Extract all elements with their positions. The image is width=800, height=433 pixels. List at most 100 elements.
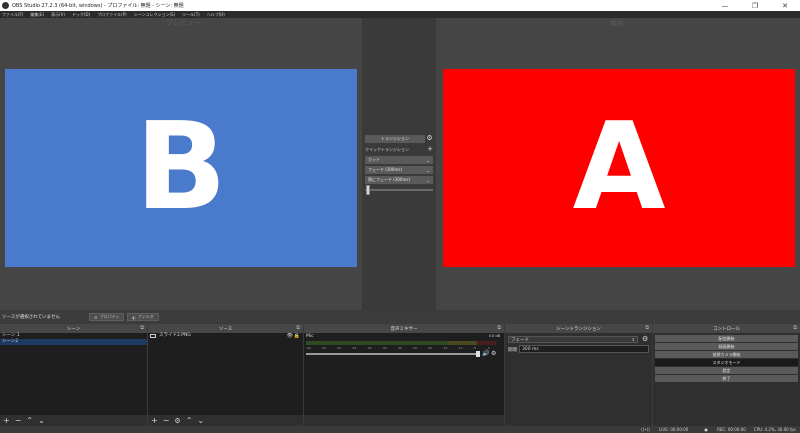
- gear-icon: ⚙: [94, 314, 98, 320]
- properties-button[interactable]: ⚙ プロパティ: [89, 313, 125, 321]
- volume-slider-handle[interactable]: [476, 351, 480, 357]
- chevron-down-icon: ⌄: [426, 157, 430, 163]
- remove-source-icon[interactable]: −: [163, 416, 170, 425]
- audio-mixer-title: 音声ミキサー: [390, 326, 418, 332]
- menu-tools[interactable]: ツール(T): [182, 12, 200, 18]
- broadcast-icon: ((•)): [641, 427, 650, 432]
- meter-scale-tick: -10: [457, 346, 463, 350]
- image-icon: [150, 334, 156, 338]
- start-virtual-camera-button[interactable]: 仮想カメラ開始: [655, 351, 798, 358]
- move-down-icon[interactable]: ⌄: [197, 416, 204, 425]
- cpu-status: CPU: 4.2%, 30.00 fps: [753, 427, 796, 432]
- move-up-icon[interactable]: ⌃: [186, 416, 193, 425]
- move-down-icon[interactable]: ⌄: [38, 416, 45, 425]
- speaker-icon[interactable]: 🔊: [482, 350, 489, 357]
- move-up-icon[interactable]: ⌃: [26, 416, 33, 425]
- sources-toolbar: + − ⚙ ⌃ ⌄: [148, 415, 303, 426]
- minimize-button[interactable]: —: [710, 0, 740, 11]
- studio-mode-button[interactable]: スタジオモード: [655, 359, 798, 366]
- meter-scale-tick: -40: [366, 346, 372, 350]
- live-status: ((•)) LIVE: 00:00:00: [633, 427, 688, 432]
- obs-logo-icon: [2, 2, 9, 9]
- scenes-dock: シーン ⧉ シーン 1 シーン2 + − ⌃ ⌄: [0, 324, 147, 426]
- undock-icon[interactable]: ⧉: [497, 325, 501, 331]
- volume-meter-scale: -60 -55 -50 -45 -40 -35 -30 -25 -20 -15 -10 -5 0: [306, 346, 496, 351]
- menu-profile[interactable]: プロファイル(P): [97, 12, 127, 18]
- audio-mixer-header: 音声ミキサー ⧉: [304, 324, 504, 333]
- menu-scene-collection[interactable]: シーンコレクション(S): [134, 12, 175, 18]
- scene-transitions-dock: シーントランジション ⧉ フェード ⇕ ⚙ 期間 300 ms: [505, 324, 652, 426]
- gear-icon[interactable]: ⚙: [642, 336, 648, 343]
- meter-scale-tick: -35: [381, 346, 387, 350]
- filter-icon: ◐: [132, 314, 136, 320]
- preview-letter: B: [135, 98, 227, 237]
- meter-scale-tick: -50: [336, 346, 342, 350]
- scenes-toolbar: + − ⌃ ⌄: [0, 415, 147, 426]
- title-bar: OBS Studio 27.2.3 (64-bit, windows) - プロ…: [0, 0, 800, 11]
- record-icon: ●: [704, 427, 708, 432]
- duration-value: 300 ms: [522, 346, 539, 352]
- lock-icon[interactable]: 🔒: [294, 333, 300, 339]
- quick-transition-cut[interactable]: カット ⌄: [365, 156, 433, 164]
- close-button[interactable]: ✕: [770, 0, 800, 11]
- filters-button[interactable]: ◐ フィルタ: [127, 313, 159, 321]
- undock-icon[interactable]: ⧉: [296, 325, 300, 331]
- quick-transition-fade-to-black[interactable]: 黒にフェード (300ms) ⌄: [365, 176, 433, 184]
- quick-transition-fade[interactable]: フェード (300ms) ⌄: [365, 166, 433, 174]
- meter-scale-tick: -55: [321, 346, 327, 350]
- start-recording-button[interactable]: 録画開始: [655, 343, 798, 350]
- transition-settings-gear-icon[interactable]: ⚙: [426, 135, 433, 142]
- scenes-list: シーン 1 シーン2: [0, 333, 147, 415]
- eye-icon[interactable]: 👁: [287, 333, 293, 339]
- controls-dock: コントロール ⧉ 配信開始 録画開始 仮想カメラ開始 スタジオモード 設定 終了: [653, 324, 800, 426]
- menu-edit[interactable]: 編集(E): [30, 12, 44, 18]
- sources-dock: ソース ⧉ スライド2.PNG 👁 🔒 + − ⚙ ⌃ ⌄: [148, 324, 303, 426]
- transition-button[interactable]: トランジション: [365, 135, 425, 143]
- menu-view[interactable]: 表示(V): [51, 12, 65, 18]
- sources-list: スライド2.PNG 👁 🔒: [148, 333, 303, 415]
- menu-dock[interactable]: ドック(D): [72, 12, 90, 18]
- window-controls: — ❐ ✕: [710, 0, 800, 11]
- menu-help[interactable]: ヘルプ(H): [207, 12, 225, 18]
- meter-scale-tick: -30: [397, 346, 402, 350]
- program-canvas[interactable]: A: [443, 69, 795, 267]
- maximize-button[interactable]: ❐: [740, 0, 770, 11]
- filters-label: フィルタ: [137, 314, 154, 319]
- scenes-title: シーン: [66, 326, 81, 332]
- source-item[interactable]: スライド2.PNG 👁 🔒: [148, 333, 303, 339]
- scene-item-selected[interactable]: シーン2: [0, 339, 147, 345]
- transition-select[interactable]: フェード ⇕: [508, 336, 638, 343]
- duration-input[interactable]: 300 ms: [519, 345, 649, 353]
- tbar-handle[interactable]: [366, 185, 370, 195]
- undock-icon[interactable]: ⧉: [793, 325, 797, 331]
- audio-mixer-dock: 音声ミキサー ⧉ Mic 0.0 dB -60 -55 -50 -45 -40 -35 -3…: [304, 324, 504, 426]
- add-scene-icon[interactable]: +: [3, 416, 10, 425]
- sources-title: ソース: [218, 326, 233, 332]
- start-streaming-button[interactable]: 配信開始: [655, 335, 798, 342]
- undock-icon[interactable]: ⧉: [645, 325, 649, 331]
- add-quick-transition-icon[interactable]: +: [427, 146, 433, 153]
- remove-scene-icon[interactable]: −: [15, 416, 22, 425]
- undock-icon[interactable]: ⧉: [140, 325, 144, 331]
- tbar-track: [365, 189, 433, 191]
- transition-panel: トランジション ⚙ クイックトランジション + カット ⌄ フェード (300m…: [362, 18, 436, 310]
- menu-file[interactable]: ファイル(F): [2, 12, 23, 18]
- rec-time: REC: 00:00:00: [717, 427, 746, 432]
- fade-label: フェード (300ms): [368, 167, 403, 172]
- gear-icon[interactable]: ⚙: [491, 350, 496, 357]
- exit-button[interactable]: 終了: [655, 375, 798, 382]
- preview-canvas[interactable]: B: [5, 69, 357, 267]
- properties-label: プロパティ: [99, 314, 120, 319]
- gear-icon[interactable]: ⚙: [174, 417, 180, 425]
- window-title: OBS Studio 27.2.3 (64-bit, windows) - プロ…: [12, 3, 184, 9]
- chevron-down-icon: ⌄: [426, 167, 430, 173]
- controls-body: 配信開始 録画開始 仮想カメラ開始 スタジオモード 設定 終了: [653, 333, 800, 426]
- settings-button[interactable]: 設定: [655, 367, 798, 374]
- quick-transitions-label: クイックトランジション: [365, 146, 409, 152]
- scene-transitions-header: シーントランジション ⧉: [505, 324, 652, 333]
- scene-transitions-body: フェード ⇕ ⚙ 期間 300 ms: [505, 333, 652, 426]
- status-bar: ((•)) LIVE: 00:00:00 ● REC: 00:00:00 CPU…: [0, 426, 800, 433]
- add-source-icon[interactable]: +: [151, 416, 158, 425]
- sources-dock-header: ソース ⧉: [148, 324, 303, 333]
- controls-title: コントロール: [713, 326, 740, 332]
